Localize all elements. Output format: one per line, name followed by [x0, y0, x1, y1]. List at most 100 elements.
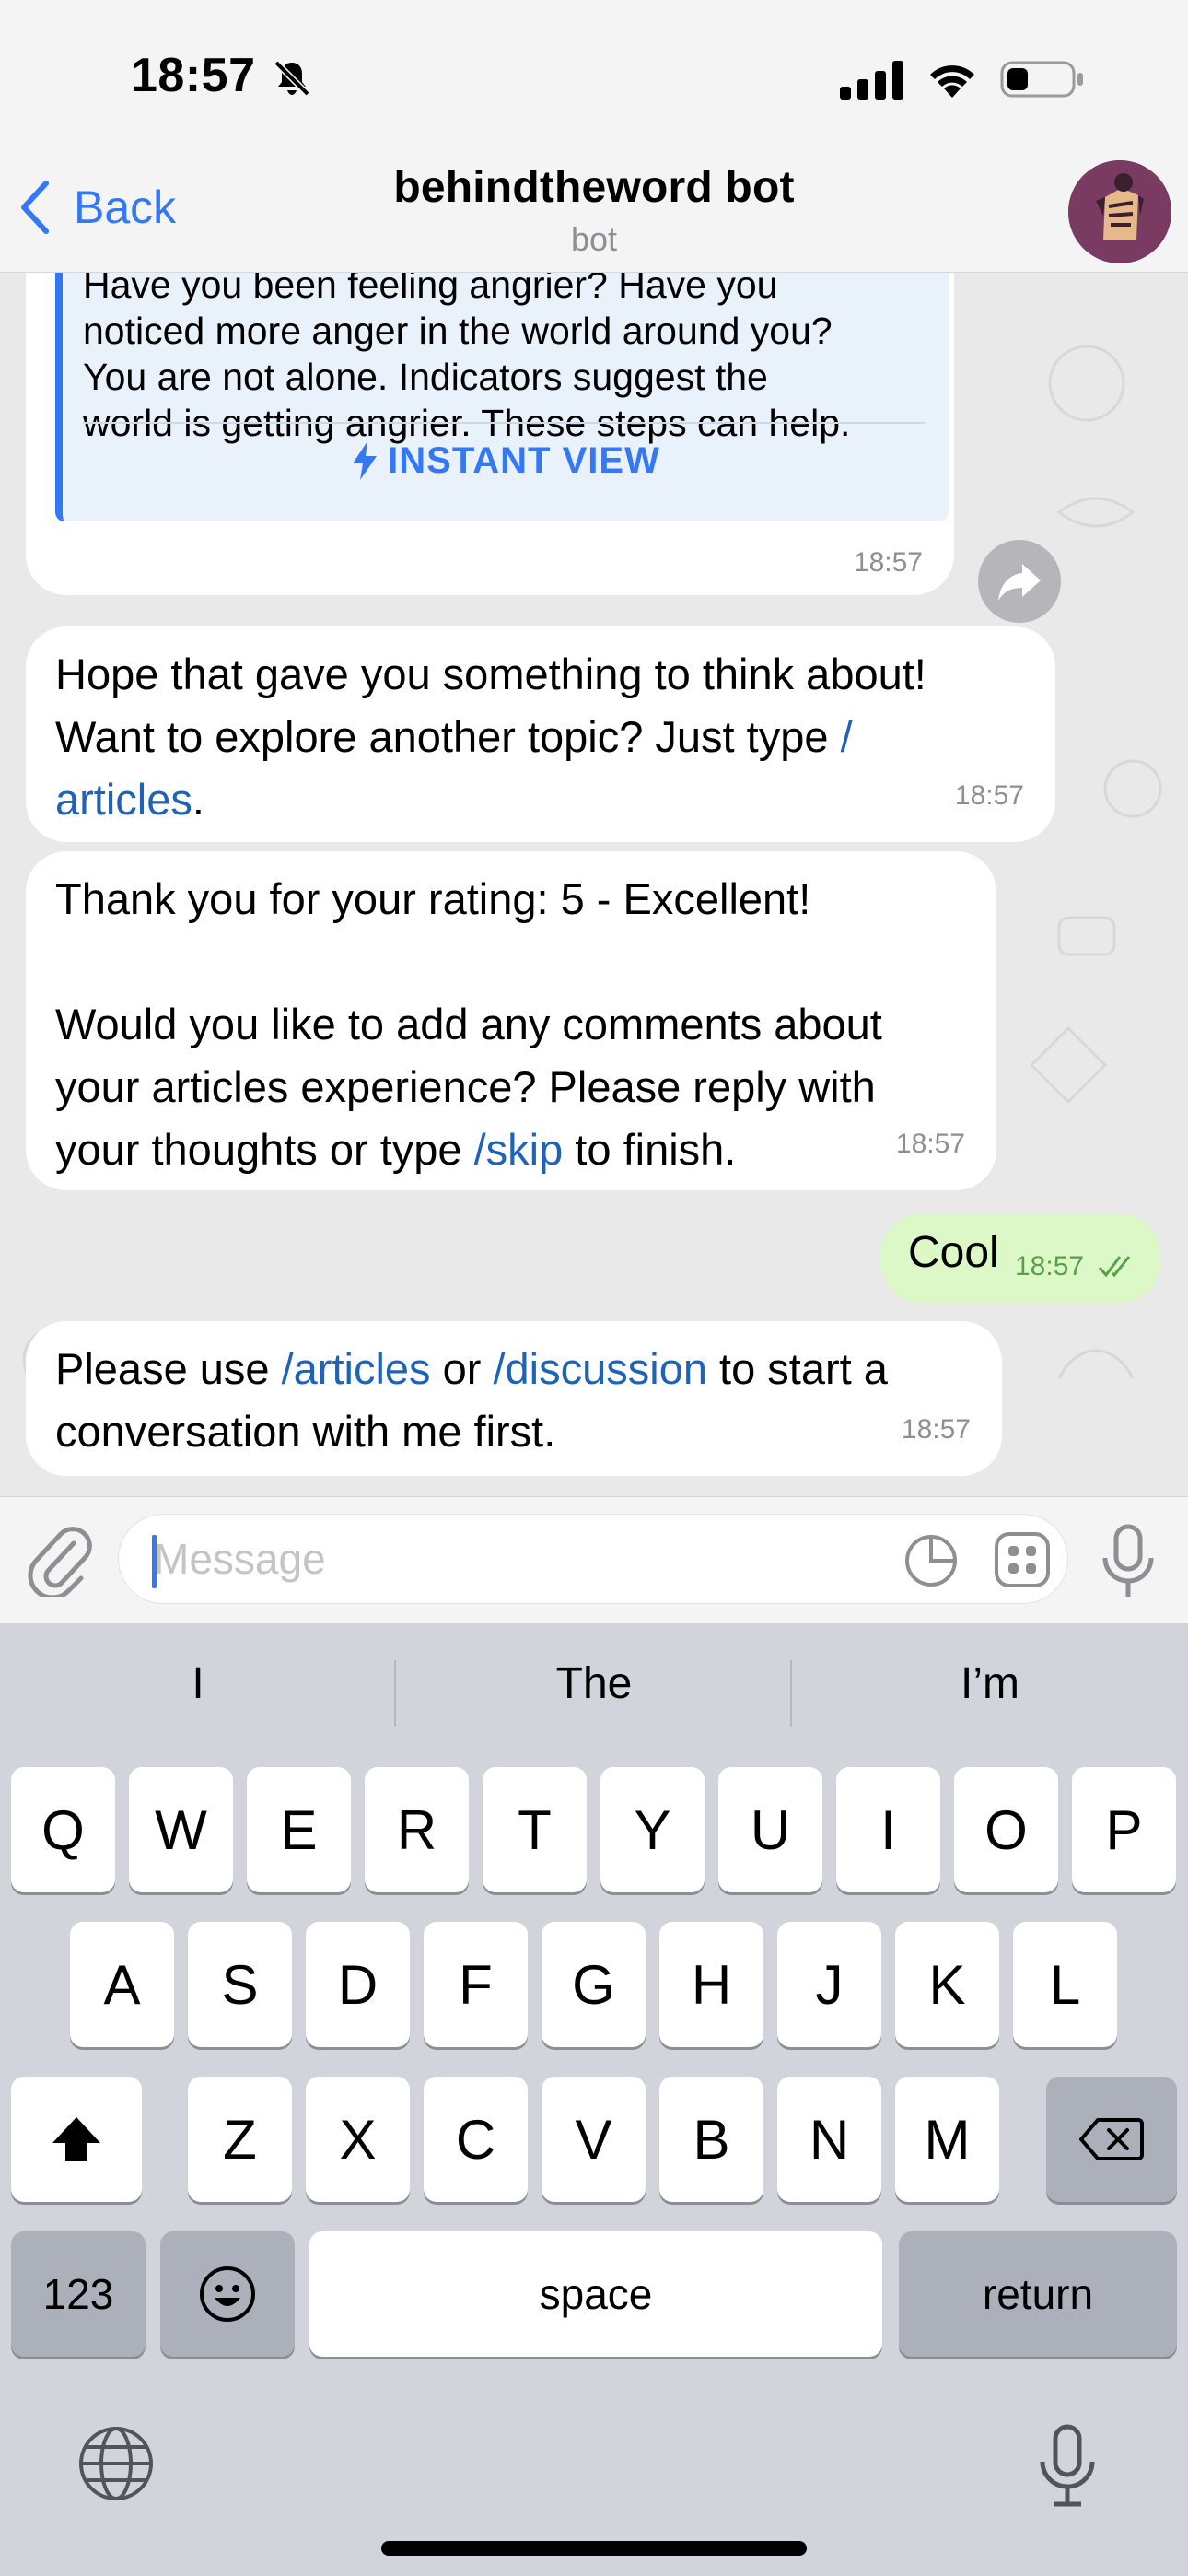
- key[interactable]: C: [424, 2077, 528, 2202]
- home-indicator[interactable]: [381, 2541, 807, 2556]
- key[interactable]: H: [659, 1922, 763, 2047]
- key[interactable]: D: [306, 1922, 410, 2047]
- composer-bar: [0, 1496, 1188, 1623]
- bell-muted-icon: [274, 60, 310, 97]
- message-time: 18:57: [895, 1129, 965, 1159]
- backspace-key[interactable]: [1046, 2077, 1177, 2202]
- return-key[interactable]: return: [899, 2231, 1177, 2357]
- key[interactable]: O: [954, 1767, 1058, 1892]
- share-button[interactable]: [978, 540, 1061, 623]
- link-preview-card[interactable]: Have you been feeling angrier? Have you …: [55, 273, 949, 521]
- key[interactable]: M: [895, 2077, 999, 2202]
- chat-title-area[interactable]: behindtheword bot bot: [0, 162, 1188, 259]
- shift-arrow-icon: [52, 2117, 100, 2161]
- command-link[interactable]: /discussion: [493, 1344, 707, 1393]
- dictation-microphone-icon[interactable]: [1035, 2423, 1100, 2508]
- system-keyboard: I The I’m Q W E R T Y U I O P A S D F G …: [0, 1623, 1188, 2576]
- message-time: 18:57: [1015, 1251, 1085, 1282]
- message-text: Want to explore another topic? Just type…: [55, 706, 1026, 768]
- double-check-icon: [1098, 1256, 1131, 1278]
- link-preview-message[interactable]: Have you been feeling angrier? Have you …: [26, 273, 954, 595]
- key[interactable]: V: [542, 2077, 646, 2202]
- key[interactable]: Y: [600, 1767, 705, 1892]
- message-text: Please use /articles or /discussion to s…: [55, 1338, 973, 1400]
- incoming-message[interactable]: Please use /articles or /discussion to s…: [26, 1321, 1002, 1476]
- backspace-icon: [1079, 2118, 1144, 2160]
- emoji-icon: [200, 2266, 255, 2322]
- message-text: Would you like to add any comments about: [55, 1000, 882, 1048]
- message-text: your thoughts or type /skip to finish.: [55, 1118, 967, 1181]
- key[interactable]: R: [365, 1767, 469, 1892]
- message-time: 18:57: [954, 780, 1024, 811]
- suggestion[interactable]: I: [0, 1658, 396, 1709]
- message-text-part: to start a: [706, 1344, 888, 1393]
- lightning-icon: [353, 441, 378, 480]
- command-link[interactable]: /articles: [282, 1344, 431, 1393]
- key[interactable]: Z: [188, 2077, 292, 2202]
- space-key[interactable]: space: [309, 2231, 882, 2357]
- sticker-icon[interactable]: [903, 1533, 959, 1588]
- chat-title: behindtheword bot: [393, 163, 795, 212]
- message-text-part: Want to explore another topic? Just type: [55, 712, 841, 761]
- message-list[interactable]: Have you been feeling angrier? Have you …: [0, 273, 1188, 1496]
- message-text: Cool: [908, 1228, 999, 1277]
- message-text-part: to finish.: [563, 1125, 737, 1174]
- preview-divider: [83, 422, 925, 424]
- key[interactable]: S: [188, 1922, 292, 2047]
- bot-commands-icon[interactable]: [994, 1531, 1051, 1588]
- numbers-key[interactable]: 123: [11, 2231, 146, 2357]
- message-text: conversation with me first.: [55, 1407, 556, 1456]
- key[interactable]: N: [777, 2077, 881, 2202]
- key[interactable]: F: [424, 1922, 528, 2047]
- key[interactable]: P: [1072, 1767, 1176, 1892]
- key[interactable]: K: [895, 1922, 999, 2047]
- preview-line: You are not alone. Indicators suggest th…: [83, 356, 768, 398]
- key[interactable]: I: [836, 1767, 940, 1892]
- emoji-key[interactable]: [160, 2231, 295, 2357]
- incoming-message[interactable]: Thank you for your rating: 5 - Excellent…: [26, 851, 996, 1190]
- preview-line: Have you been feeling angrier? Have you: [83, 273, 778, 306]
- cellular-signal-icon: [840, 61, 903, 100]
- outgoing-message[interactable]: Cool 18:57: [880, 1214, 1160, 1303]
- message-field[interactable]: [118, 1514, 1068, 1604]
- command-link[interactable]: /skip: [474, 1125, 564, 1174]
- key[interactable]: W: [129, 1767, 233, 1892]
- status-bar: 18:57: [0, 0, 1188, 157]
- globe-icon[interactable]: [77, 2425, 155, 2502]
- key[interactable]: E: [247, 1767, 351, 1892]
- key[interactable]: T: [483, 1767, 587, 1892]
- battery-icon: [1000, 61, 1083, 98]
- status-time: 18:57: [131, 49, 256, 102]
- preview-line: noticed more anger in the world around y…: [83, 310, 833, 352]
- key[interactable]: J: [777, 1922, 881, 2047]
- microphone-icon[interactable]: [1096, 1523, 1160, 1600]
- message-text: articles.: [55, 768, 1026, 831]
- wifi-icon: [930, 65, 974, 98]
- message-text-part: or: [430, 1344, 494, 1393]
- key[interactable]: G: [542, 1922, 646, 2047]
- bot-avatar[interactable]: [1068, 160, 1171, 263]
- key[interactable]: X: [306, 2077, 410, 2202]
- incoming-message[interactable]: Hope that gave you something to think ab…: [26, 626, 1055, 842]
- command-link[interactable]: /: [841, 712, 853, 761]
- key[interactable]: Q: [11, 1767, 115, 1892]
- key[interactable]: L: [1013, 1922, 1117, 2047]
- avatar-illustration: [1068, 160, 1171, 263]
- message-text-part: your thoughts or type: [55, 1125, 474, 1174]
- instant-view-label: INSTANT VIEW: [388, 440, 660, 481]
- message-time: 18:57: [901, 1414, 971, 1445]
- suggestion[interactable]: The: [396, 1658, 792, 1709]
- command-link[interactable]: articles: [55, 775, 192, 824]
- key[interactable]: U: [718, 1767, 822, 1892]
- message-text: Hope that gave you something to think ab…: [55, 643, 1026, 706]
- message-input[interactable]: [154, 1531, 872, 1587]
- suggestion[interactable]: I’m: [792, 1658, 1188, 1709]
- key[interactable]: A: [70, 1922, 174, 2047]
- shift-key[interactable]: [11, 2077, 142, 2202]
- key[interactable]: B: [659, 2077, 763, 2202]
- instant-view-button[interactable]: INSTANT VIEW: [63, 440, 949, 482]
- top-bar: 18:57 Back behindtheword bot bot: [0, 0, 1188, 273]
- predictive-bar: I The I’m: [0, 1623, 1188, 1762]
- paperclip-icon[interactable]: [28, 1525, 92, 1597]
